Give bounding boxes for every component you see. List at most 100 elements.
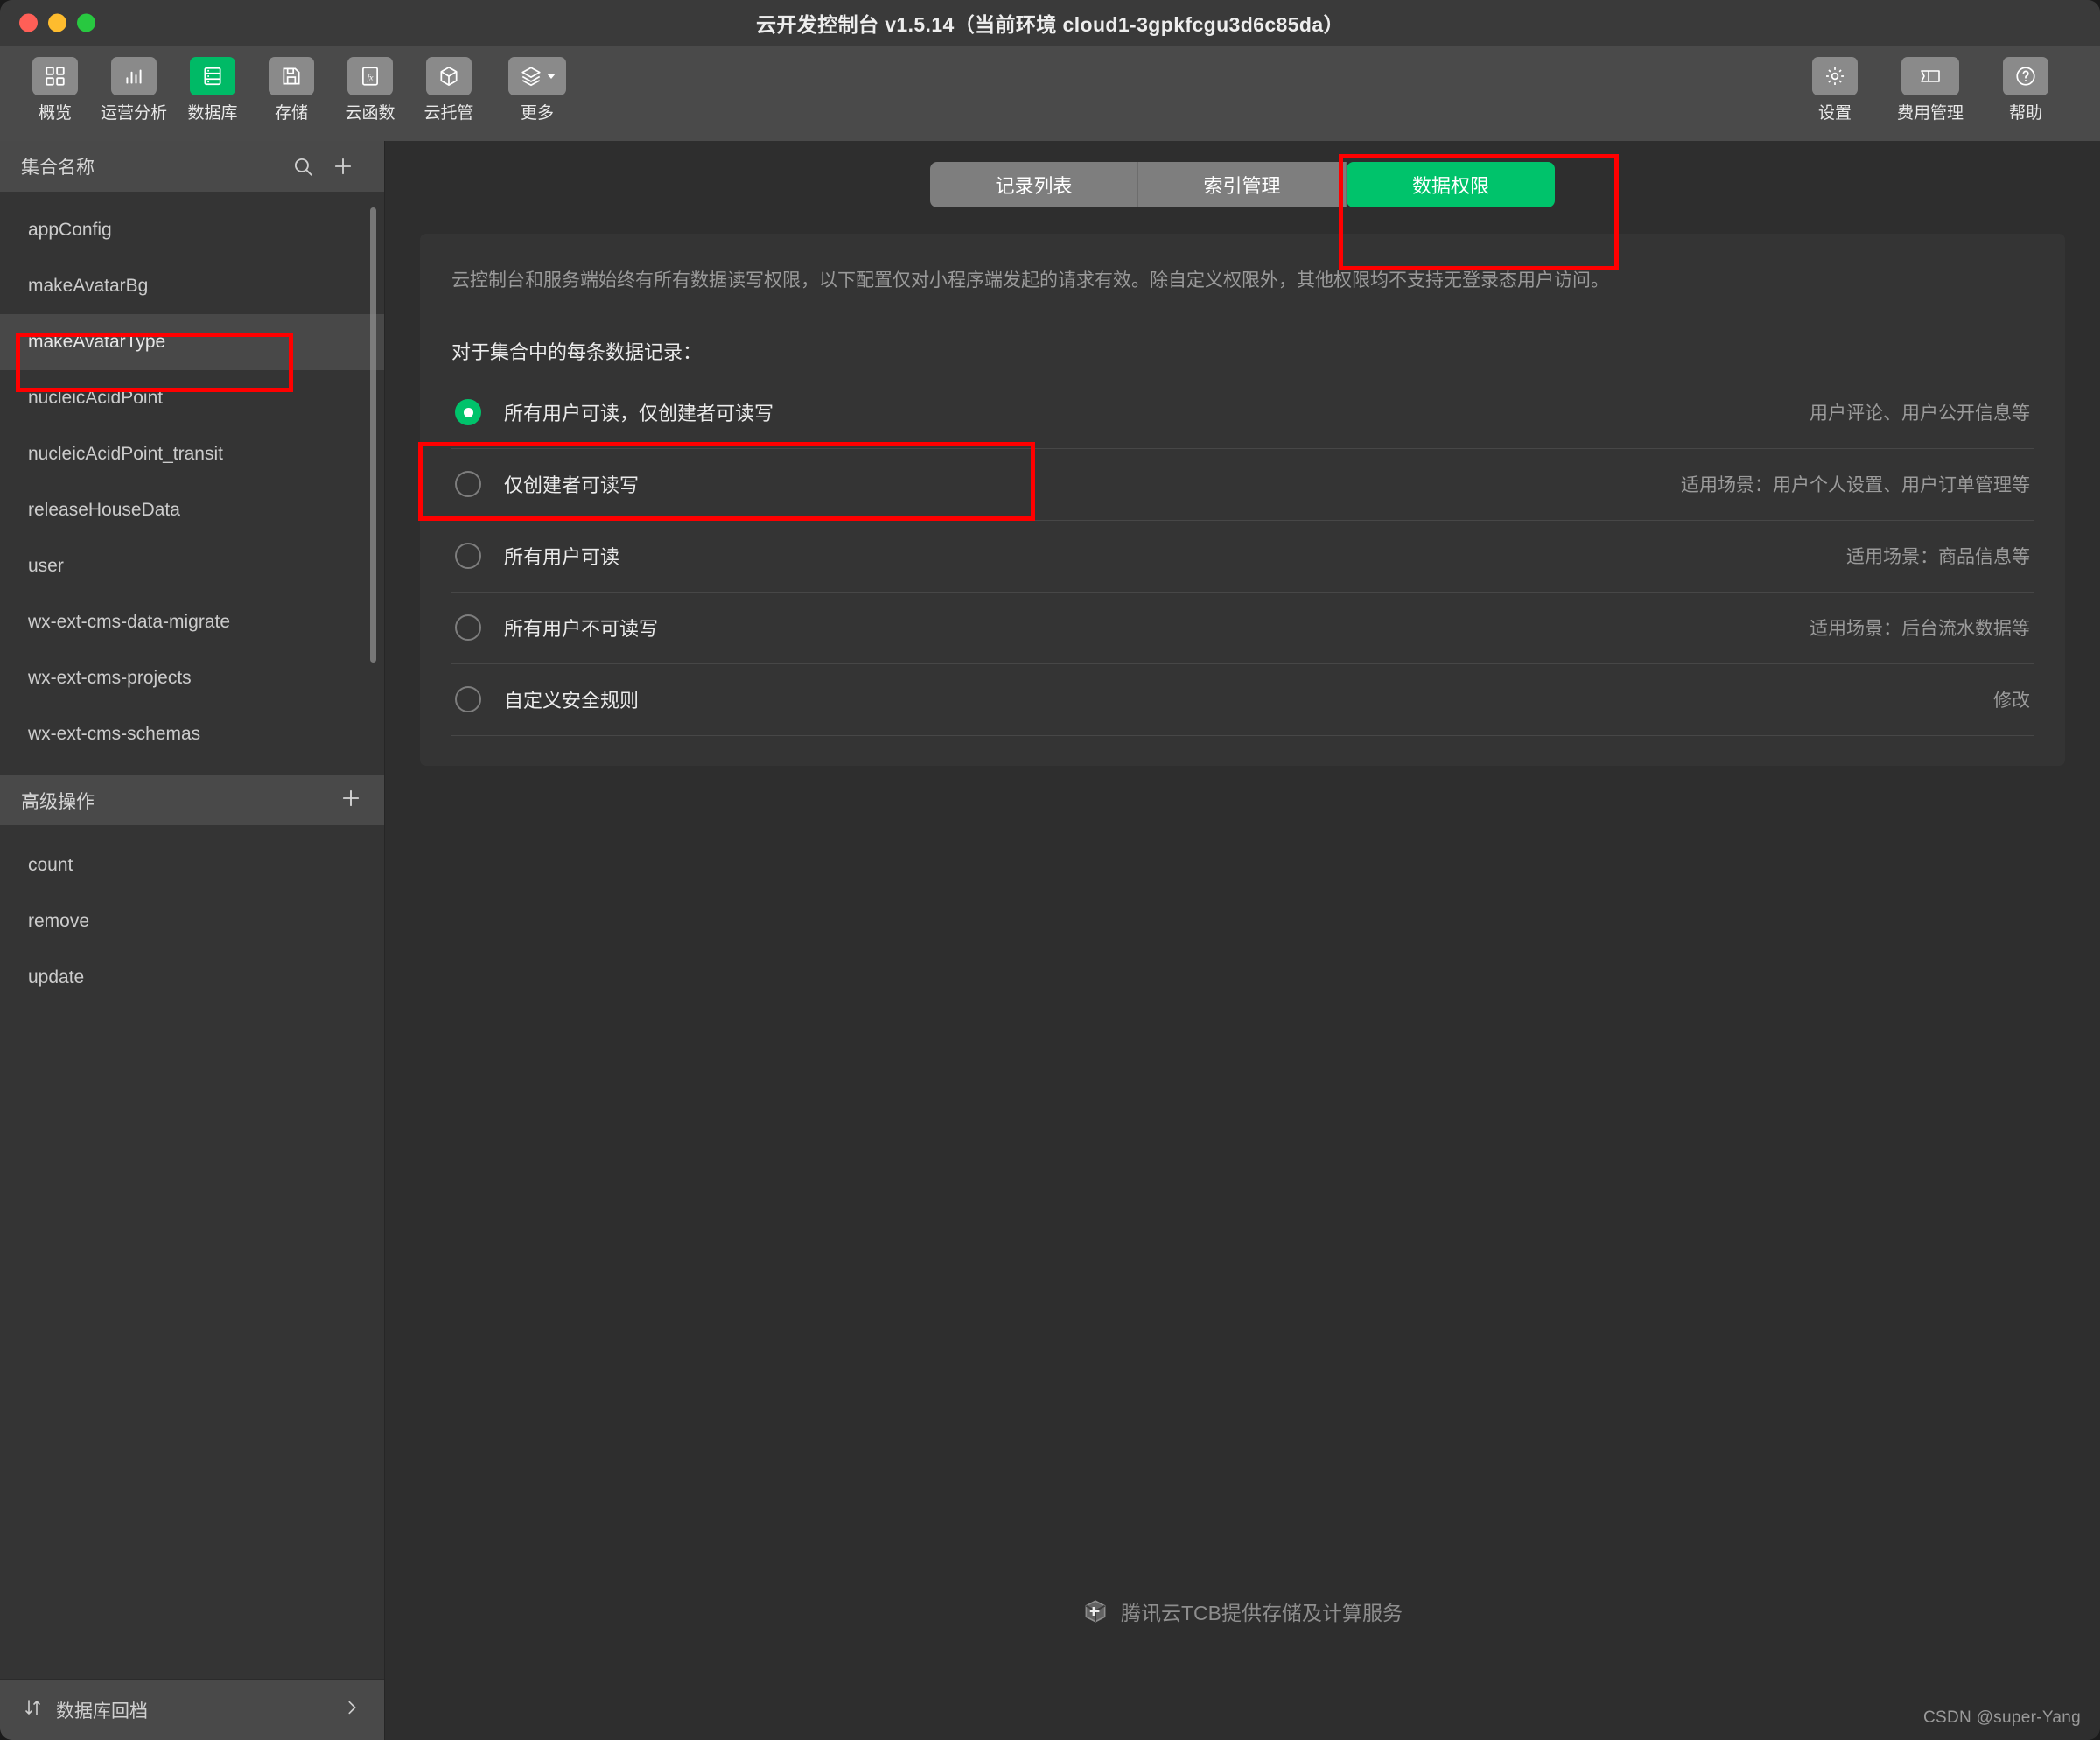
toolbar-label-help: 帮助 (2008, 104, 2042, 123)
window-title: 云开发控制台 v1.5.14（当前环境 cloud1-3gpkfcgu3d6c8… (756, 13, 1344, 36)
collections-header: 集合名称 (0, 141, 384, 192)
bar-chart-icon (111, 57, 157, 95)
collection-item-wx-ext-cms-schemas[interactable]: wx-ext-cms-schemas (0, 706, 384, 762)
minimize-window-button[interactable] (48, 13, 66, 32)
permission-option-label: 自定义安全规则 (504, 690, 640, 712)
sort-arrows-icon (23, 1697, 44, 1723)
permission-option-label: 所有用户可读，仅创建者可读写 (504, 403, 774, 424)
brand-footer: 腾讯云TCB提供存储及计算服务 (1082, 1596, 1403, 1626)
collection-item-releaseHouseData[interactable]: releaseHouseData (0, 482, 384, 538)
permission-option-no-access[interactable]: 所有用户不可读写 适用场景：后台流水数据等 (452, 593, 2034, 664)
permission-option-read-all[interactable]: 所有用户可读 适用场景：商品信息等 (452, 521, 2034, 593)
title-bar: 云开发控制台 v1.5.14（当前环境 cloud1-3gpkfcgu3d6c8… (0, 0, 2100, 46)
advanced-item-remove[interactable]: remove (0, 894, 384, 950)
function-fx-icon: fx (347, 57, 393, 95)
tab-data-permission[interactable]: 数据权限 (1347, 162, 1555, 207)
layers-icon (508, 57, 566, 95)
database-rollback-button[interactable]: 数据库回档 (0, 1679, 384, 1740)
close-window-button[interactable] (19, 13, 38, 32)
permission-option-hint: 适用场景：商品信息等 (1846, 547, 2030, 567)
toolbar-label-database: 数据库 (187, 104, 238, 123)
collection-item-makeAvatarBg[interactable]: makeAvatarBg (0, 258, 384, 314)
toolbar-item-more[interactable]: 更多 (494, 57, 581, 123)
database-rollback-label: 数据库回档 (56, 1701, 148, 1722)
collection-item-nucleicAcidPoint[interactable]: nucleicAcidPoint (0, 370, 384, 426)
collection-item-makeAvatarType[interactable]: makeAvatarType (0, 314, 384, 370)
radio-button[interactable] (455, 686, 481, 712)
tab-bar: 记录列表 索引管理 数据权限 (385, 141, 2100, 228)
toolbar-label-cloud-hosting: 云托管 (424, 104, 474, 123)
plus-icon[interactable] (339, 786, 363, 816)
question-circle-icon (2003, 57, 2048, 95)
advanced-item-update[interactable]: update (0, 950, 384, 1006)
collection-item-user[interactable]: user (0, 538, 384, 594)
permission-subtitle: 对于集合中的每条数据记录： (452, 340, 703, 363)
toolbar-item-database[interactable]: 数据库 (178, 57, 247, 123)
svg-text:fx: fx (367, 73, 374, 82)
collection-list: appConfig makeAvatarBg makeAvatarType nu… (0, 192, 384, 775)
radio-button[interactable] (455, 614, 481, 641)
collection-label: user (28, 556, 64, 576)
collection-label: wx-ext-cms-data-migrate (28, 612, 231, 632)
toolbar-item-settings[interactable]: 设置 (1801, 57, 1869, 123)
collection-item-wx-ext-cms-settings[interactable]: wx-ext-cms-settings (0, 762, 384, 775)
app-window: 云开发控制台 v1.5.14（当前环境 cloud1-3gpkfcgu3d6c8… (0, 0, 2100, 1740)
radio-button[interactable] (455, 399, 481, 425)
toolbar-item-cloud-hosting[interactable]: 云托管 (415, 57, 483, 123)
search-icon[interactable] (283, 155, 323, 178)
toolbar-label-overview: 概览 (38, 104, 72, 123)
toolbar-item-billing[interactable]: 费用管理 (1886, 57, 1974, 123)
watermark: CSDN @super-Yang (1922, 1708, 2081, 1727)
permission-option-read-all-write-creator[interactable]: 所有用户可读，仅创建者可读写 用户评论、用户公开信息等 (452, 377, 2034, 449)
brand-text: 腾讯云TCB提供存储及计算服务 (1121, 1602, 1403, 1624)
chevron-down-icon (546, 74, 556, 79)
traffic-lights (19, 13, 95, 32)
toolbar-right-group: 设置 费用管理 帮助 (1801, 57, 2079, 123)
collection-item-nucleicAcidPoint-transit[interactable]: nucleicAcidPoint_transit (0, 426, 384, 482)
edit-custom-rules-link[interactable]: 修改 (1993, 686, 2030, 712)
collection-list-scrollbar[interactable] (370, 207, 376, 663)
collection-label: appConfig (28, 220, 112, 240)
ticket-icon (1901, 57, 1959, 95)
toolbar-label-settings: 设置 (1817, 104, 1852, 123)
grid-icon (32, 57, 78, 95)
collections-header-title: 集合名称 (21, 158, 94, 178)
collection-label: releaseHouseData (28, 500, 180, 520)
toolbar-item-storage[interactable]: 存储 (257, 57, 326, 123)
toolbar-item-help[interactable]: 帮助 (1992, 57, 2060, 123)
toolbar-left-group: 概览 运营分析 数据库 存储 fx 云函数 云托管 更多 (21, 57, 581, 123)
advanced-label: remove (28, 911, 90, 931)
radio-button[interactable] (455, 471, 481, 497)
toolbar-item-analytics[interactable]: 运营分析 (100, 57, 168, 123)
toolbar-label-cloud-function: 云函数 (345, 104, 396, 123)
collection-item-wx-ext-cms-data-migrate[interactable]: wx-ext-cms-data-migrate (0, 594, 384, 650)
toolbar-label-storage: 存储 (274, 104, 308, 123)
radio-button[interactable] (455, 543, 481, 569)
cube-icon (426, 57, 472, 95)
advanced-operations-header: 高级操作 (0, 775, 384, 825)
toolbar-item-overview[interactable]: 概览 (21, 57, 89, 123)
permission-option-custom-rules[interactable]: 自定义安全规则 修改 (452, 664, 2034, 736)
save-disk-icon (269, 57, 314, 95)
advanced-item-count[interactable]: count (0, 838, 384, 894)
database-icon (190, 57, 235, 95)
permission-option-creator-only[interactable]: 仅创建者可读写 适用场景：用户个人设置、用户订单管理等 (452, 449, 2034, 521)
main-content: 记录列表 索引管理 数据权限 云控制台和服务端始终有所有数据读写权限，以下配置仅… (385, 141, 2100, 1740)
collection-item-wx-ext-cms-projects[interactable]: wx-ext-cms-projects (0, 650, 384, 706)
maximize-window-button[interactable] (77, 13, 95, 32)
tab-index-management[interactable]: 索引管理 (1138, 162, 1347, 207)
collection-label: wx-ext-cms-projects (28, 668, 192, 688)
permission-option-label: 所有用户不可读写 (504, 618, 659, 640)
tab-segmented-control: 记录列表 索引管理 数据权限 (930, 162, 1555, 207)
toolbar-item-cloud-function[interactable]: fx 云函数 (336, 57, 404, 123)
permission-card: 云控制台和服务端始终有所有数据读写权限，以下配置仅对小程序端发起的请求有效。除自… (420, 234, 2065, 766)
collection-item-appConfig[interactable]: appConfig (0, 202, 384, 258)
plus-icon[interactable] (323, 154, 363, 179)
chevron-right-icon (342, 1698, 361, 1722)
tab-record-list[interactable]: 记录列表 (930, 162, 1138, 207)
tab-label: 记录列表 (995, 175, 1073, 197)
permission-option-list: 所有用户可读，仅创建者可读写 用户评论、用户公开信息等 仅创建者可读写 适用场景… (452, 377, 2034, 736)
sidebar: 集合名称 appConfig makeAvatarBg makeAvatarTy… (0, 141, 385, 1740)
collection-label: wx-ext-cms-schemas (28, 724, 201, 744)
collection-label: nucleicAcidPoint (28, 388, 164, 408)
